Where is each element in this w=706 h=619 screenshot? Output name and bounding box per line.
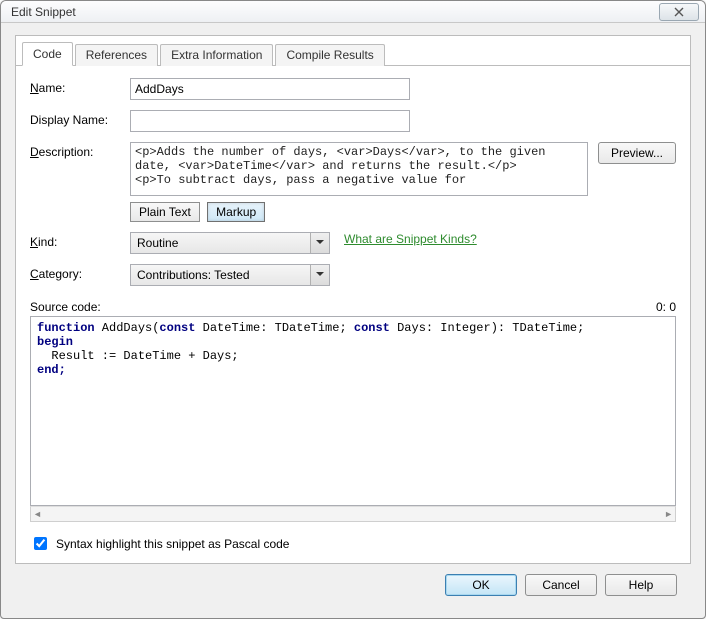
tab-extra-information[interactable]: Extra Information xyxy=(160,44,273,66)
source-code-editor[interactable]: function AddDays(const DateTime: TDateTi… xyxy=(30,316,676,506)
close-icon xyxy=(673,7,685,17)
name-label: Name: xyxy=(30,78,130,95)
syntax-highlight-label: Syntax highlight this snippet as Pascal … xyxy=(56,537,289,551)
titlebar: Edit Snippet xyxy=(1,1,705,23)
description-label: Description: xyxy=(30,142,130,159)
edit-snippet-window: Edit Snippet Code References Extra Infor… xyxy=(0,0,706,619)
tab-references[interactable]: References xyxy=(75,44,158,66)
dialog-buttons: OK Cancel Help xyxy=(15,564,691,608)
category-value: Contributions: Tested xyxy=(137,268,250,282)
snippet-kinds-link[interactable]: What are Snippet Kinds? xyxy=(344,232,477,246)
scroll-right-icon: ► xyxy=(664,509,673,519)
source-code-label: Source code: xyxy=(30,300,101,314)
kind-label: Kind: xyxy=(30,232,130,249)
chevron-down-icon xyxy=(316,272,324,276)
desc-format-toggle: Plain Text Markup xyxy=(130,202,269,222)
chevron-down-icon xyxy=(316,240,324,244)
display-name-input[interactable] xyxy=(130,110,410,132)
plain-text-toggle[interactable]: Plain Text xyxy=(130,202,200,222)
preview-button[interactable]: Preview... xyxy=(598,142,676,164)
kind-select[interactable]: Routine xyxy=(130,232,330,254)
form-area: Name: Display Name: Description: <p>Adds… xyxy=(16,66,690,563)
horizontal-scrollbar[interactable]: ◄ ► xyxy=(30,506,676,522)
syntax-highlight-checkbox[interactable] xyxy=(34,537,47,550)
ok-button[interactable]: OK xyxy=(445,574,517,596)
description-textarea[interactable]: <p>Adds the number of days, <var>Days</v… xyxy=(130,142,588,196)
main-panel: Code References Extra Information Compil… xyxy=(15,35,691,564)
close-button[interactable] xyxy=(659,3,699,21)
tabstrip: Code References Extra Information Compil… xyxy=(16,36,690,66)
cursor-position: 0: 0 xyxy=(656,300,676,314)
name-input[interactable] xyxy=(130,78,410,100)
category-label: Category: xyxy=(30,264,130,281)
kind-value: Routine xyxy=(137,236,178,250)
help-button[interactable]: Help xyxy=(605,574,677,596)
display-name-label: Display Name: xyxy=(30,110,130,127)
source-code-container: function AddDays(const DateTime: TDateTi… xyxy=(30,316,676,530)
tab-code[interactable]: Code xyxy=(22,42,73,66)
category-select[interactable]: Contributions: Tested xyxy=(130,264,330,286)
scroll-left-icon: ◄ xyxy=(33,509,42,519)
dialog-content: Code References Extra Information Compil… xyxy=(1,23,705,618)
markup-toggle[interactable]: Markup xyxy=(207,202,265,222)
window-title: Edit Snippet xyxy=(11,5,659,19)
cancel-button[interactable]: Cancel xyxy=(525,574,597,596)
tab-compile-results[interactable]: Compile Results xyxy=(275,44,384,66)
